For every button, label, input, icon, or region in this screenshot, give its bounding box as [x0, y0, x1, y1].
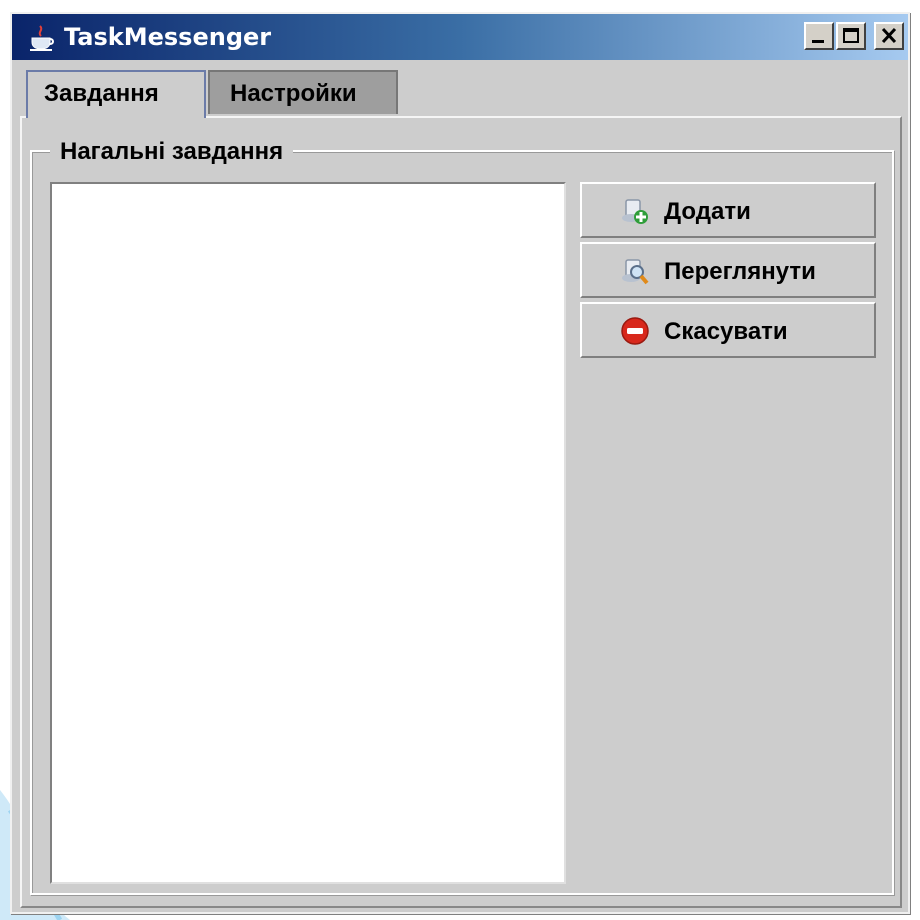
close-button[interactable]: [874, 22, 904, 50]
tab-tasks-label: Завдання: [44, 80, 159, 107]
cancel-stop-icon: [621, 317, 649, 345]
close-icon: [881, 27, 897, 44]
java-cup-icon: [30, 25, 54, 51]
minimize-icon: [812, 40, 824, 43]
add-document-icon: [622, 199, 648, 224]
add-button[interactable]: Додати: [580, 182, 876, 238]
title-bar[interactable]: TaskMessenger: [12, 14, 908, 60]
tab-tasks[interactable]: Завдання: [26, 70, 206, 118]
app-window: TaskMessenger Завдання Настройки Нагальн…: [10, 12, 910, 914]
tab-settings[interactable]: Настройки: [208, 70, 398, 114]
minimize-button[interactable]: [804, 22, 834, 50]
maximize-button[interactable]: [836, 22, 866, 50]
tab-settings-label: Настройки: [230, 80, 357, 107]
window-title: TaskMessenger: [64, 23, 272, 51]
task-list[interactable]: [50, 182, 566, 884]
cancel-button[interactable]: Скасувати: [580, 302, 876, 358]
group-title: Нагальні завдання: [50, 138, 294, 166]
view-magnifier-icon: [622, 259, 649, 285]
cancel-button-label: Скасувати: [664, 318, 788, 345]
view-button[interactable]: Переглянути: [580, 242, 876, 298]
add-button-label: Додати: [664, 198, 751, 225]
maximize-icon: [843, 28, 859, 43]
view-button-label: Переглянути: [664, 258, 816, 285]
